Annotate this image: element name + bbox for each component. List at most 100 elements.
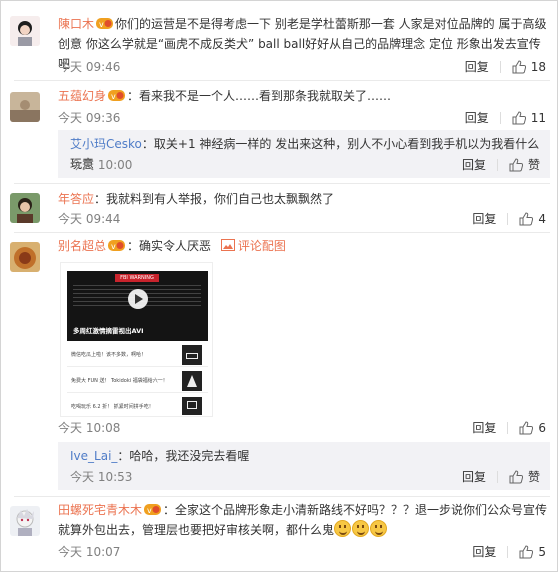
- comment-meta: 今天 09:36 回复 11: [0, 109, 558, 127]
- divider: [507, 421, 509, 434]
- like-button[interactable]: 4: [519, 212, 546, 226]
- thumbs-up-icon: [519, 211, 534, 225]
- username-link[interactable]: 五蕴幻身: [58, 89, 106, 103]
- divider: [14, 80, 550, 81]
- view-pic-label: 评论配图: [237, 239, 286, 253]
- sub-reply-text: Ive_Lai_：哈哈，我还没完去看喔: [70, 446, 540, 466]
- like-label: 赞: [527, 470, 540, 484]
- thumbs-up-icon: [512, 59, 526, 73]
- video-thumbnail: FBI WARNING 多周红激情摘雷视出AVI: [67, 271, 208, 341]
- promo-thumb: [182, 345, 202, 365]
- timestamp: 今天 10:07: [58, 545, 121, 559]
- reply-button[interactable]: 回复: [462, 156, 486, 173]
- like-button[interactable]: 赞: [509, 156, 540, 173]
- timestamp: 今天 09:46: [58, 60, 121, 74]
- promo-thumb: [182, 397, 202, 415]
- promo-row-text: 吃喝玩乐 6.2 折！ 抓紧时间拼手吃！: [71, 404, 154, 410]
- comment-actions: 回复 4: [472, 210, 546, 227]
- comment-meta: 今天 09:44 回复 4: [0, 210, 558, 228]
- play-icon[interactable]: [128, 289, 148, 309]
- thumbs-up-icon: [519, 420, 534, 434]
- like-button[interactable]: 18: [512, 60, 546, 74]
- reply-button[interactable]: 回复: [472, 419, 496, 436]
- reply-button[interactable]: 回复: [472, 543, 496, 560]
- promo-row-text: 免费大 FUN 送！ Tokidoki 福袋福给六一！: [71, 378, 168, 384]
- comment-actions: 回复 6: [472, 419, 546, 436]
- promo-thumb: [182, 371, 202, 391]
- timestamp: 今天 10:08: [58, 421, 121, 435]
- avatar[interactable]: [10, 242, 40, 272]
- username-link[interactable]: 艾小玛Cesko: [70, 137, 142, 151]
- comment-body: ：我就料到有人举报，你们自己也太飘飘然了: [94, 192, 335, 206]
- vip-badge-icon: v: [108, 90, 126, 101]
- comment-body: ：看来我不是一个人……看到那条我就取关了……: [127, 89, 392, 103]
- like-button[interactable]: 赞: [509, 468, 540, 485]
- divider: [14, 496, 550, 497]
- like-button[interactable]: 11: [512, 111, 546, 125]
- like-count: 11: [530, 110, 546, 125]
- sub-reply-actions: 回复 赞: [462, 156, 540, 173]
- reply-button[interactable]: 回复: [465, 109, 489, 126]
- divider: [499, 111, 501, 124]
- thumbs-up-icon: [509, 157, 523, 171]
- view-pic-link[interactable]: 评论配图: [220, 239, 286, 253]
- sub-reply-meta: 今天 10:53 回复 赞: [70, 468, 540, 486]
- username-link[interactable]: 别名超总: [58, 239, 106, 253]
- timestamp: 今天 10:53: [70, 470, 133, 484]
- divider: [14, 183, 550, 184]
- vip-badge-icon: v: [144, 504, 162, 515]
- promo-row: 免费大 FUN 送！ Tokidoki 福袋福给六一！: [67, 369, 208, 393]
- like-count: 4: [538, 211, 546, 226]
- like-button[interactable]: 6: [519, 421, 546, 435]
- reply-button[interactable]: 回复: [462, 468, 486, 485]
- divider: [496, 470, 498, 483]
- like-label: 赞: [527, 158, 540, 172]
- avatar[interactable]: [10, 16, 40, 46]
- timestamp: 今天 09:44: [58, 212, 121, 226]
- video-title: 多周红激情摘雷视出AVI: [73, 327, 144, 335]
- promo-row-text: 微信吃瓜上啦！该不多数，啊哈！: [71, 352, 147, 358]
- username-link[interactable]: 陳口木: [58, 17, 94, 31]
- comment-image[interactable]: FBI WARNING 多周红激情摘雷视出AVI 微信吃瓜上啦！该不多数，啊哈！…: [60, 262, 213, 417]
- sub-reply-meta: 今天 10:00 回复 赞: [70, 156, 540, 174]
- comment-body: ：确实令人厌恶: [127, 239, 212, 253]
- sub-reply-actions: 回复 赞: [462, 468, 540, 485]
- sub-reply: 艾小玛Cesko：取关+1 神经病一样的 发出来这种，别人不小心看到我手机以为我…: [58, 130, 550, 178]
- username-link[interactable]: 年答应: [58, 192, 94, 206]
- divider: [499, 60, 501, 73]
- comment-actions: 回复 5: [472, 543, 546, 560]
- laugh-emoji-icon: [370, 520, 388, 537]
- vip-badge-icon: v: [108, 240, 126, 251]
- promo-row: 微信吃瓜上啦！该不多数，啊哈！: [67, 343, 208, 367]
- comment-text: 别名超总 v ：确实令人厌恶 评论配图: [58, 236, 552, 256]
- reply-button[interactable]: 回复: [472, 210, 496, 227]
- username-link[interactable]: Ive_Lai_: [70, 449, 117, 463]
- comment-text: 田螺死宅青木木 v ：全家这个品牌形象走小清新路线不好吗？？？退一步说你们公众号宣传…: [58, 500, 552, 540]
- divider: [14, 232, 550, 233]
- svg-text:v: v: [99, 20, 104, 29]
- timestamp: 今天 10:00: [70, 158, 133, 172]
- svg-text:v: v: [111, 92, 116, 101]
- comment-text: 年答应：我就料到有人举报，你们自己也太飘飘然了: [58, 189, 552, 209]
- divider: [507, 545, 509, 558]
- comment-actions: 回复 11: [465, 109, 546, 126]
- comment-meta: 今天 10:08 回复 6: [0, 419, 558, 437]
- svg-text:v: v: [111, 242, 116, 251]
- like-count: 6: [538, 420, 546, 435]
- reply-button[interactable]: 回复: [465, 58, 489, 75]
- avatar[interactable]: [10, 506, 40, 536]
- divider: [496, 158, 498, 171]
- comment-meta: 今天 10:07 回复 5: [0, 543, 558, 561]
- username-link[interactable]: 田螺死宅青木木: [58, 503, 142, 517]
- sub-reply-body: ：哈哈，我还没完去看喔: [117, 449, 250, 463]
- promo-row: 吃喝玩乐 6.2 折！ 抓紧时间拼手吃！: [67, 395, 208, 416]
- comment-actions: 回复 18: [465, 58, 546, 75]
- sub-reply: Ive_Lai_：哈哈，我还没完去看喔 今天 10:53 回复 赞: [58, 442, 550, 490]
- like-count: 18: [530, 59, 546, 74]
- laugh-emoji-icon: [352, 520, 370, 537]
- timestamp: 今天 09:36: [58, 111, 121, 125]
- fbi-warning-banner: FBI WARNING: [115, 274, 159, 282]
- like-button[interactable]: 5: [519, 545, 546, 559]
- thumbs-up-icon: [512, 110, 526, 124]
- divider: [507, 212, 509, 225]
